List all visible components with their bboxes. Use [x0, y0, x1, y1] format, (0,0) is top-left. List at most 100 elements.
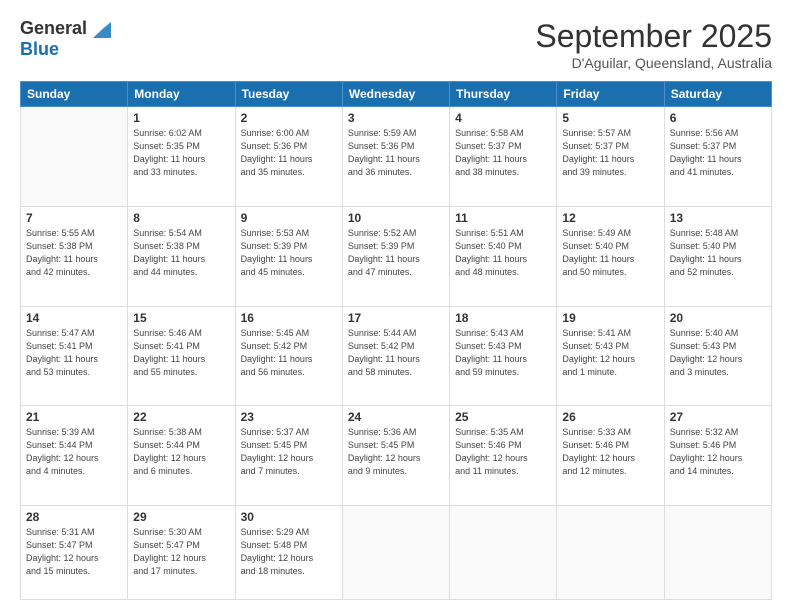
calendar-cell: 23 Sunrise: 5:37 AM Sunset: 5:45 PM Dayli… — [235, 406, 342, 506]
page: General Blue September 2025 D'Aguilar, Q… — [0, 0, 792, 612]
day-info: Sunrise: 5:29 AM Sunset: 5:48 PM Dayligh… — [241, 526, 337, 578]
calendar-cell: 21Sunrise: 5:39 AM Sunset: 5:44 PM Dayli… — [21, 406, 128, 506]
weekday-header-thursday: Thursday — [450, 82, 557, 107]
calendar-cell: 30 Sunrise: 5:29 AM Sunset: 5:48 PM Dayli… — [235, 506, 342, 600]
day-info: Sunrise: 5:55 AM Sunset: 5:38 PM Dayligh… — [26, 227, 122, 279]
title-section: September 2025 D'Aguilar, Queensland, Au… — [535, 18, 772, 71]
day-number: 25 — [455, 410, 551, 424]
day-info: Sunrise: 5:40 AM Sunset: 5:43 PM Dayligh… — [670, 327, 766, 379]
day-info: Sunrise: 5:37 AM Sunset: 5:45 PM Dayligh… — [241, 426, 337, 478]
calendar-cell: 19 Sunrise: 5:41 AM Sunset: 5:43 PM Dayli… — [557, 306, 664, 406]
day-number: 7 — [26, 211, 122, 225]
day-info: Sunrise: 6:00 AM Sunset: 5:36 PM Dayligh… — [241, 127, 337, 179]
calendar-cell — [342, 506, 449, 600]
calendar-week-0: 1 Sunrise: 6:02 AM Sunset: 5:35 PM Daylig… — [21, 107, 772, 207]
calendar-cell: 26Sunrise: 5:33 AM Sunset: 5:46 PM Dayli… — [557, 406, 664, 506]
day-info: Sunrise: 5:47 AM Sunset: 5:41 PM Dayligh… — [26, 327, 122, 379]
calendar-cell: 29 Sunrise: 5:30 AM Sunset: 5:47 PM Dayli… — [128, 506, 235, 600]
day-info: Sunrise: 5:38 AM Sunset: 5:44 PM Dayligh… — [133, 426, 229, 478]
calendar-cell: 8 Sunrise: 5:54 AM Sunset: 5:38 PM Daylig… — [128, 206, 235, 306]
day-number: 5 — [562, 111, 658, 125]
day-number: 15 — [133, 311, 229, 325]
calendar-week-4: 28Sunrise: 5:31 AM Sunset: 5:47 PM Dayli… — [21, 506, 772, 600]
day-info: Sunrise: 5:56 AM Sunset: 5:37 PM Dayligh… — [670, 127, 766, 179]
day-number: 3 — [348, 111, 444, 125]
calendar-cell: 2Sunrise: 6:00 AM Sunset: 5:36 PM Daylig… — [235, 107, 342, 207]
day-number: 24 — [348, 410, 444, 424]
day-info: Sunrise: 5:43 AM Sunset: 5:43 PM Dayligh… — [455, 327, 551, 379]
day-number: 12 — [562, 211, 658, 225]
month-title: September 2025 — [535, 18, 772, 55]
day-number: 10 — [348, 211, 444, 225]
calendar-cell: 11Sunrise: 5:51 AM Sunset: 5:40 PM Dayli… — [450, 206, 557, 306]
calendar-cell: 20Sunrise: 5:40 AM Sunset: 5:43 PM Dayli… — [664, 306, 771, 406]
calendar-cell: 15 Sunrise: 5:46 AM Sunset: 5:41 PM Dayli… — [128, 306, 235, 406]
calendar-cell: 22 Sunrise: 5:38 AM Sunset: 5:44 PM Dayli… — [128, 406, 235, 506]
calendar-cell: 13 Sunrise: 5:48 AM Sunset: 5:40 PM Dayli… — [664, 206, 771, 306]
calendar-week-1: 7 Sunrise: 5:55 AM Sunset: 5:38 PM Daylig… — [21, 206, 772, 306]
day-number: 16 — [241, 311, 337, 325]
day-number: 27 — [670, 410, 766, 424]
calendar-table: SundayMondayTuesdayWednesdayThursdayFrid… — [20, 81, 772, 600]
calendar-cell: 7 Sunrise: 5:55 AM Sunset: 5:38 PM Daylig… — [21, 206, 128, 306]
calendar-cell — [557, 506, 664, 600]
calendar-cell: 5 Sunrise: 5:57 AM Sunset: 5:37 PM Daylig… — [557, 107, 664, 207]
day-info: Sunrise: 5:48 AM Sunset: 5:40 PM Dayligh… — [670, 227, 766, 279]
day-number: 8 — [133, 211, 229, 225]
day-number: 22 — [133, 410, 229, 424]
calendar-cell: 17Sunrise: 5:44 AM Sunset: 5:42 PM Dayli… — [342, 306, 449, 406]
day-number: 30 — [241, 510, 337, 524]
day-info: Sunrise: 5:45 AM Sunset: 5:42 PM Dayligh… — [241, 327, 337, 379]
day-number: 14 — [26, 311, 122, 325]
calendar-cell — [21, 107, 128, 207]
day-number: 4 — [455, 111, 551, 125]
day-info: Sunrise: 5:54 AM Sunset: 5:38 PM Dayligh… — [133, 227, 229, 279]
calendar-cell: 28Sunrise: 5:31 AM Sunset: 5:47 PM Dayli… — [21, 506, 128, 600]
day-info: Sunrise: 5:57 AM Sunset: 5:37 PM Dayligh… — [562, 127, 658, 179]
calendar-cell: 14 Sunrise: 5:47 AM Sunset: 5:41 PM Dayli… — [21, 306, 128, 406]
day-number: 18 — [455, 311, 551, 325]
day-info: Sunrise: 5:41 AM Sunset: 5:43 PM Dayligh… — [562, 327, 658, 379]
calendar-cell: 10 Sunrise: 5:52 AM Sunset: 5:39 PM Dayli… — [342, 206, 449, 306]
day-number: 29 — [133, 510, 229, 524]
weekday-header-sunday: Sunday — [21, 82, 128, 107]
calendar-cell: 9Sunrise: 5:53 AM Sunset: 5:39 PM Daylig… — [235, 206, 342, 306]
calendar-cell: 12 Sunrise: 5:49 AM Sunset: 5:40 PM Dayli… — [557, 206, 664, 306]
day-number: 1 — [133, 111, 229, 125]
calendar-cell: 1 Sunrise: 6:02 AM Sunset: 5:35 PM Daylig… — [128, 107, 235, 207]
calendar-cell: 24 Sunrise: 5:36 AM Sunset: 5:45 PM Dayli… — [342, 406, 449, 506]
calendar-cell: 27Sunrise: 5:32 AM Sunset: 5:46 PM Dayli… — [664, 406, 771, 506]
calendar-cell: 16 Sunrise: 5:45 AM Sunset: 5:42 PM Dayli… — [235, 306, 342, 406]
day-number: 11 — [455, 211, 551, 225]
day-number: 19 — [562, 311, 658, 325]
day-info: Sunrise: 5:31 AM Sunset: 5:47 PM Dayligh… — [26, 526, 122, 578]
day-info: Sunrise: 5:49 AM Sunset: 5:40 PM Dayligh… — [562, 227, 658, 279]
day-number: 26 — [562, 410, 658, 424]
day-info: Sunrise: 5:39 AM Sunset: 5:44 PM Dayligh… — [26, 426, 122, 478]
calendar-cell — [664, 506, 771, 600]
day-info: Sunrise: 5:30 AM Sunset: 5:47 PM Dayligh… — [133, 526, 229, 578]
day-info: Sunrise: 6:02 AM Sunset: 5:35 PM Dayligh… — [133, 127, 229, 179]
calendar-week-2: 14 Sunrise: 5:47 AM Sunset: 5:41 PM Dayli… — [21, 306, 772, 406]
day-info: Sunrise: 5:53 AM Sunset: 5:39 PM Dayligh… — [241, 227, 337, 279]
day-info: Sunrise: 5:35 AM Sunset: 5:46 PM Dayligh… — [455, 426, 551, 478]
calendar-week-3: 21Sunrise: 5:39 AM Sunset: 5:44 PM Dayli… — [21, 406, 772, 506]
header: General Blue September 2025 D'Aguilar, Q… — [20, 18, 772, 71]
weekday-header-saturday: Saturday — [664, 82, 771, 107]
location-title: D'Aguilar, Queensland, Australia — [535, 55, 772, 71]
calendar-cell: 6Sunrise: 5:56 AM Sunset: 5:37 PM Daylig… — [664, 107, 771, 207]
calendar-cell: 25 Sunrise: 5:35 AM Sunset: 5:46 PM Dayli… — [450, 406, 557, 506]
day-info: Sunrise: 5:36 AM Sunset: 5:45 PM Dayligh… — [348, 426, 444, 478]
logo-general-text: General — [20, 18, 87, 39]
calendar-cell: 4 Sunrise: 5:58 AM Sunset: 5:37 PM Daylig… — [450, 107, 557, 207]
weekday-header-friday: Friday — [557, 82, 664, 107]
day-info: Sunrise: 5:46 AM Sunset: 5:41 PM Dayligh… — [133, 327, 229, 379]
day-info: Sunrise: 5:44 AM Sunset: 5:42 PM Dayligh… — [348, 327, 444, 379]
day-info: Sunrise: 5:58 AM Sunset: 5:37 PM Dayligh… — [455, 127, 551, 179]
day-number: 13 — [670, 211, 766, 225]
calendar-header-row: SundayMondayTuesdayWednesdayThursdayFrid… — [21, 82, 772, 107]
day-number: 23 — [241, 410, 337, 424]
weekday-header-monday: Monday — [128, 82, 235, 107]
calendar-cell: 3Sunrise: 5:59 AM Sunset: 5:36 PM Daylig… — [342, 107, 449, 207]
day-info: Sunrise: 5:52 AM Sunset: 5:39 PM Dayligh… — [348, 227, 444, 279]
